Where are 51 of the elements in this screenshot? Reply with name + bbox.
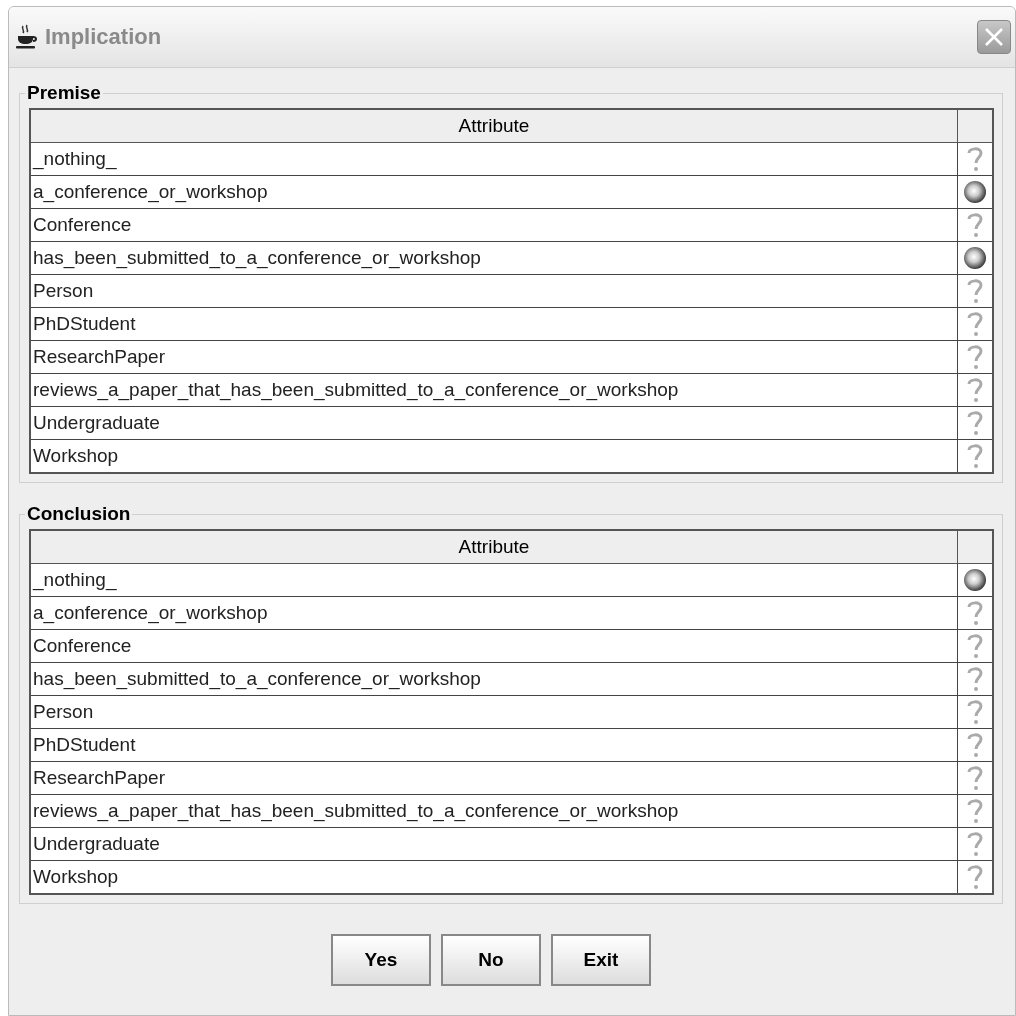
table-cell: PhDStudent: [30, 728, 958, 762]
column-header: Attribute: [30, 109, 958, 143]
dialog-button[interactable]: Yes: [331, 934, 431, 986]
table-cell: Person: [30, 695, 958, 729]
table-cell: Undergraduate: [30, 406, 958, 440]
question-mark-icon[interactable]: [966, 830, 984, 858]
group-title: Conclusion: [26, 503, 132, 525]
dialog-button[interactable]: No: [441, 934, 541, 986]
question-mark-icon[interactable]: [966, 277, 984, 305]
question-mark-icon[interactable]: [966, 665, 984, 693]
close-button[interactable]: [977, 20, 1011, 54]
question-mark-icon[interactable]: [966, 145, 984, 173]
table-cell: a_conference_or_workshop: [30, 175, 958, 209]
question-mark-icon[interactable]: [966, 599, 984, 627]
table-cell: Workshop: [30, 439, 958, 473]
question-mark-icon[interactable]: [966, 698, 984, 726]
question-mark-icon[interactable]: [966, 376, 984, 404]
table-cell: PhDStudent: [30, 307, 958, 341]
table-cell: ResearchPaper: [30, 761, 958, 795]
question-mark-icon[interactable]: [966, 764, 984, 792]
ball-icon[interactable]: [963, 246, 987, 270]
question-mark-icon[interactable]: [966, 632, 984, 660]
table-cell: has_been_submitted_to_a_conference_or_workshop: [30, 241, 958, 275]
question-mark-icon[interactable]: [966, 731, 984, 759]
ball-icon[interactable]: [963, 568, 987, 592]
question-mark-icon[interactable]: [966, 310, 984, 338]
coffee-cup-icon: [15, 24, 39, 50]
table-cell: Conference: [30, 629, 958, 663]
table-cell: reviews_a_paper_that_has_been_submitted_to_a_conference_or_workshop: [30, 373, 958, 407]
ball-icon[interactable]: [963, 180, 987, 204]
question-mark-icon[interactable]: [966, 211, 984, 239]
dialog-button[interactable]: Exit: [551, 934, 651, 986]
table-cell: has_been_submitted_to_a_conference_or_workshop: [30, 662, 958, 696]
window-title: Implication: [45, 24, 163, 50]
close-icon: [984, 27, 1004, 47]
column-header: Attribute: [30, 530, 958, 564]
table-cell: ResearchPaper: [30, 340, 958, 374]
table-cell: a_conference_or_workshop: [30, 596, 958, 630]
table-cell: _nothing_: [30, 142, 958, 176]
question-mark-icon[interactable]: [966, 863, 984, 891]
table-cell: Workshop: [30, 860, 958, 894]
table-cell: Undergraduate: [30, 827, 958, 861]
question-mark-icon[interactable]: [966, 409, 984, 437]
question-mark-icon[interactable]: [966, 442, 984, 470]
question-mark-icon[interactable]: [966, 797, 984, 825]
question-mark-icon[interactable]: [966, 343, 984, 371]
table-cell: _nothing_: [30, 563, 958, 597]
table-cell: Conference: [30, 208, 958, 242]
table-cell: reviews_a_paper_that_has_been_submitted_to_a_conference_or_workshop: [30, 794, 958, 828]
table-cell: Person: [30, 274, 958, 308]
group-title: Premise: [26, 82, 102, 104]
